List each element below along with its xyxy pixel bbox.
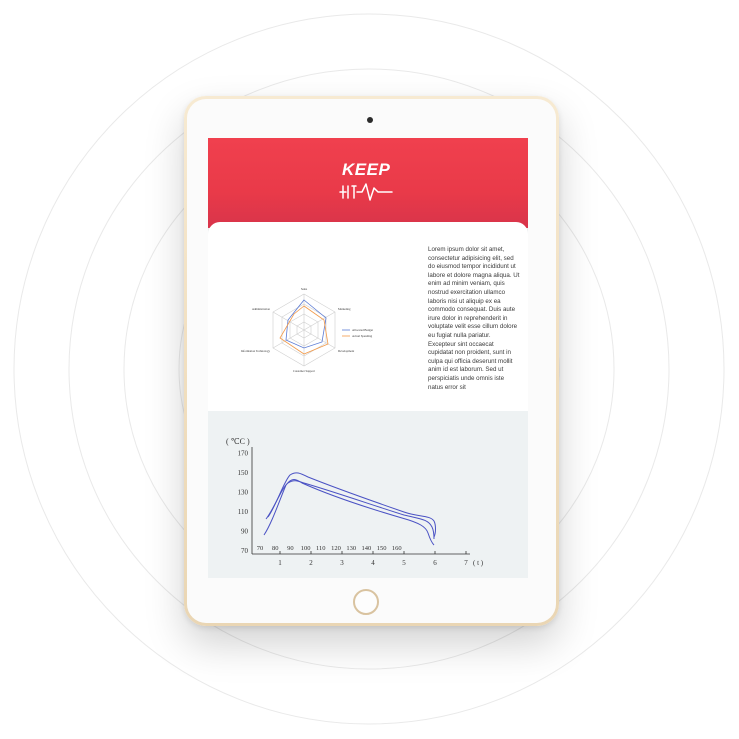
front-camera xyxy=(367,117,373,123)
radar-axis-label: Customer Support xyxy=(293,369,315,373)
heartbeat-logo-icon xyxy=(339,183,393,201)
x-tick-label: 2 xyxy=(309,559,313,567)
x-tick-label: 6 xyxy=(433,559,437,567)
line-chart: ( ℃C ) 170 150 130 110 90 70 1 2 3 4 5 6 7 70 80 90 10… xyxy=(226,437,484,567)
secondary-tick-label: 150 xyxy=(377,545,387,552)
keep-fit-logo[interactable]: KEEP xyxy=(326,160,406,210)
content-card: Sales Marketing Development Customer Sup… xyxy=(208,222,528,412)
secondary-tick-label: 160 xyxy=(392,545,402,552)
secondary-tick-label: 80 xyxy=(272,545,279,552)
radar-chart: Sales Marketing Development Customer Sup… xyxy=(241,287,373,373)
secondary-tick-label: 90 xyxy=(287,545,294,552)
line-series-middle xyxy=(265,480,435,540)
line-chart-panel: ( ℃C ) 170 150 130 110 90 70 1 2 3 4 5 6 7 70 80 90 10… xyxy=(208,411,528,578)
y-tick-label: 130 xyxy=(238,489,249,497)
secondary-tick-label: 140 xyxy=(362,545,372,552)
radar-axis-label: Administration xyxy=(252,307,271,311)
secondary-tick-label: 120 xyxy=(331,545,341,552)
x-tick-label: 3 xyxy=(340,559,344,567)
y-tick-label: 170 xyxy=(238,450,249,458)
radar-axis-label: Sales xyxy=(301,287,308,291)
x-tick-label: 1 xyxy=(278,559,282,567)
x-tick-label: 4 xyxy=(371,559,375,567)
x-tick-label: 7 xyxy=(464,559,468,567)
x-axis-label: ( t ) xyxy=(473,559,484,567)
y-axis-label: ( ℃C ) xyxy=(226,437,250,446)
radar-axis-label: Development xyxy=(338,349,354,353)
x-tick-label: 5 xyxy=(402,559,406,567)
radar-legend-label: Actual Spending xyxy=(352,334,373,338)
y-tick-label: 90 xyxy=(241,528,249,536)
secondary-tick-label: 130 xyxy=(346,545,356,552)
secondary-tick-label: 110 xyxy=(316,545,326,552)
home-button[interactable] xyxy=(353,589,379,615)
y-tick-label: 110 xyxy=(238,508,249,516)
radar-axis-label: Marketing xyxy=(338,307,351,311)
radar-legend-label: Allocated Budget xyxy=(352,328,373,332)
secondary-tick-label: 100 xyxy=(301,545,311,552)
tablet-device: KEEP Sales Marketing Development Custome… xyxy=(184,96,559,626)
line-series-lower xyxy=(263,479,435,546)
secondary-tick-label: 70 xyxy=(257,545,264,552)
y-tick-label: 150 xyxy=(238,469,249,477)
body-paragraph: Lorem ipsum dolor sit amet, consectetur … xyxy=(428,246,520,391)
y-tick-label: 70 xyxy=(241,547,249,555)
line-series-upper xyxy=(267,472,436,538)
tablet-screen: KEEP Sales Marketing Development Custome… xyxy=(208,138,528,578)
radar-axis-label: Information Technology xyxy=(241,349,271,353)
app-header: KEEP xyxy=(208,138,528,228)
